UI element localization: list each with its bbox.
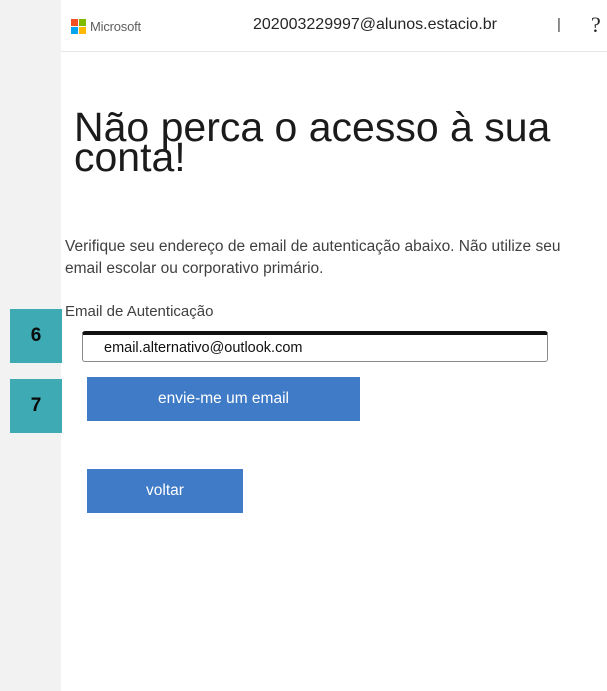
auth-email-label: Email de Autenticação [65,303,214,320]
account-email[interactable]: 202003229997@alunos.estacio.br [253,16,497,34]
instructions-text: Verifique seu endereço de email de auten… [65,238,561,277]
step-badge-6: 6 [10,309,62,363]
brand-name: Microsoft [90,19,141,34]
back-button[interactable]: voltar [87,469,243,513]
page: Microsoft 202003229997@alunos.estacio.br… [61,0,607,691]
send-email-button[interactable]: envie-me um email [87,377,360,421]
page-title: Não perca o acesso à sua conta! [74,104,551,180]
auth-email-input[interactable] [82,331,548,362]
microsoft-logo-icon [71,19,86,34]
header: Microsoft 202003229997@alunos.estacio.br… [61,0,607,52]
microsoft-logo: Microsoft [71,19,141,34]
step-badge-7: 7 [10,379,62,433]
header-separator: | [557,16,561,33]
help-icon[interactable]: ? [591,12,601,38]
